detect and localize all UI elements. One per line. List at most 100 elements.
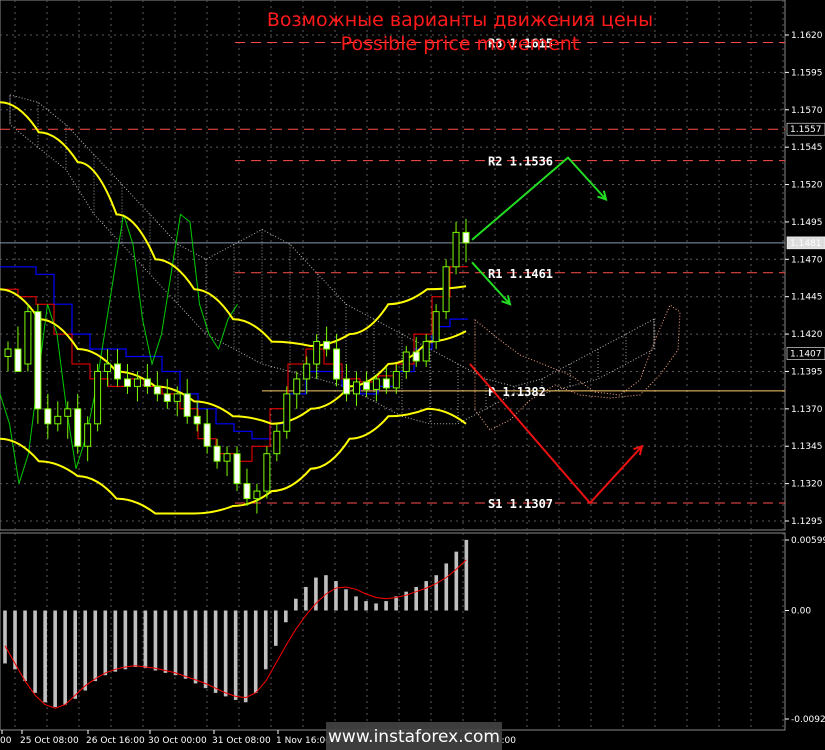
macd-bar (23, 610, 27, 682)
candle-body (133, 378, 141, 387)
macd-bar (374, 603, 378, 611)
macd-bar (233, 610, 238, 700)
macd-bar (43, 610, 47, 703)
macd-tick-label: 0.00 (791, 606, 811, 616)
y-tick-label: 1.1470 (791, 255, 823, 265)
y-tick-label: 1.1495 (791, 218, 823, 228)
price-tag-label: 1.1481 (790, 239, 822, 249)
candle-body (323, 341, 331, 350)
price-tag-label: 1.1407 (790, 350, 822, 360)
macd-bar (183, 610, 188, 679)
y-tick-label: 1.1295 (791, 517, 823, 527)
candle-body (263, 453, 271, 492)
candle-body (14, 348, 22, 372)
level-label-p: P 1.1382 (488, 385, 546, 399)
x-tick-label: 25 Oct 08:00 (20, 736, 79, 746)
candle-body (343, 378, 351, 395)
macd-bar (143, 610, 148, 669)
candle-body (94, 370, 102, 425)
macd-bar (263, 610, 268, 670)
candle-body (203, 423, 211, 447)
macd-bar (203, 610, 208, 689)
candle-body (183, 393, 191, 417)
candle-body (24, 311, 32, 365)
macd-bar (93, 610, 98, 682)
candle-body (422, 341, 430, 362)
projected-cloud (474, 304, 681, 431)
macd-bar (53, 610, 57, 707)
candle-body (104, 363, 112, 372)
candle-body (233, 453, 241, 485)
candle-body (273, 430, 281, 455)
y-tick-label: 1.1620 (791, 31, 823, 41)
macd-bar (63, 610, 67, 705)
candle-body (283, 393, 291, 432)
macd-bar (3, 610, 7, 664)
candle-body (34, 311, 42, 410)
y-tick-label: 1.1595 (791, 68, 823, 78)
macd-bar (213, 610, 218, 693)
macd-bar (444, 563, 449, 611)
macd-bar (394, 596, 398, 611)
candle-body (392, 370, 400, 389)
macd-bar (113, 610, 118, 672)
x-tick-label: 26 Oct 16:00 (86, 736, 145, 746)
candle-body (452, 231, 460, 268)
macd-bar (273, 610, 278, 646)
bollinger-upper (0, 101, 467, 348)
macd-bar (73, 610, 78, 699)
macd-bar (454, 551, 459, 611)
x-tick-label: 00 (0, 736, 12, 746)
candle-body (143, 378, 151, 387)
macd-bar (424, 581, 429, 611)
y-tick-label: 1.1445 (791, 293, 823, 303)
candle-body (333, 348, 341, 380)
candle-body (243, 483, 251, 500)
macd-bar (103, 610, 108, 676)
arrow-up-r2 (471, 156, 607, 241)
macd-bar (83, 610, 88, 691)
macd-tick-label: 0.00599 (791, 536, 825, 546)
watermark-text: www.instaforex.com (328, 727, 500, 747)
y-tick-label: 1.1420 (791, 330, 823, 340)
candle-body (442, 266, 450, 313)
candle-body (352, 381, 360, 395)
macd-bar (294, 598, 298, 611)
candle-body (153, 385, 161, 395)
macd-tick-label: -0.00922 (791, 715, 825, 725)
candle-body (123, 378, 131, 387)
candle-body (114, 363, 122, 380)
x-tick-label: 31 Oct 08:00 (212, 736, 271, 746)
candle-body (193, 415, 201, 425)
macd-bar (253, 610, 258, 693)
chart-title-en: Possible price movement (341, 33, 580, 55)
price-chart: 1.1620 1.1595 1.1570 1.1545 1.1520 1.1495 1.14… (0, 0, 825, 750)
macd-bar (133, 610, 138, 667)
candle-body (293, 378, 301, 395)
candle-body (213, 445, 221, 462)
macd-bar (193, 610, 198, 684)
bollinger-lower (0, 407, 467, 515)
candle-body (4, 348, 12, 358)
macd-bar (414, 586, 418, 611)
macd-bar (223, 610, 228, 697)
candle-body (253, 490, 261, 500)
chart-root: 1.1620 1.1595 1.1570 1.1545 1.1520 1.1495 1.14… (0, 0, 825, 750)
x-tick-label: 30 Oct 00:00 (148, 736, 207, 746)
candle-body (313, 341, 321, 365)
candle-body (64, 408, 72, 417)
macd-bar (434, 575, 439, 611)
candle-body (382, 378, 390, 389)
candle-body (402, 351, 410, 372)
candle-body (173, 393, 181, 402)
y-tick-label: 1.1345 (791, 442, 823, 452)
macd-bar (284, 610, 288, 623)
price-tag-label: 1.1557 (790, 125, 822, 135)
candle-body (44, 408, 52, 425)
y-tick-label: 1.1320 (791, 480, 823, 490)
macd-bar (304, 586, 308, 611)
macd-bar (364, 601, 368, 611)
macd-bar (153, 610, 158, 671)
macd-bar (123, 610, 128, 670)
candle-body (412, 351, 420, 362)
